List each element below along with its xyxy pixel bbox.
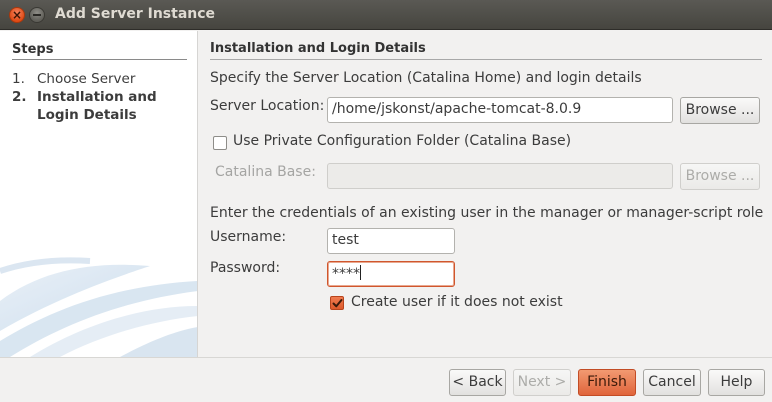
server-location-label: Server Location: [210, 98, 325, 114]
private-config-label[interactable]: Use Private Configuration Folder (Catali… [233, 133, 571, 149]
steps-panel: Steps 1. Choose Server 2. Installation and… [0, 31, 198, 357]
catalina-base-label: Catalina Base: [215, 164, 316, 180]
steps-title: Steps [12, 42, 54, 57]
title-bar: × Add Server Instance [0, 0, 772, 30]
close-icon: × [11, 8, 23, 22]
credentials-text: Enter the credentials of an existing use… [210, 205, 764, 221]
step-label: Choose Server [37, 71, 136, 87]
checkmark-icon [332, 299, 343, 308]
step-label-line2: Login Details [37, 107, 137, 123]
back-button[interactable]: < Back [449, 369, 506, 396]
browse-catalina-base-button[interactable]: Browse ... [680, 163, 760, 190]
private-config-checkbox[interactable] [213, 136, 227, 150]
password-input[interactable]: **** [327, 261, 455, 287]
close-window-button[interactable]: × [9, 7, 25, 23]
password-value: **** [332, 266, 360, 282]
minimize-icon [33, 14, 41, 16]
username-label: Username: [210, 229, 287, 245]
text-caret [360, 265, 361, 280]
catalina-base-input[interactable] [327, 163, 673, 189]
step-choose-server: 1. Choose Server [12, 70, 135, 88]
step-label: Installation and [37, 89, 157, 105]
section-divider [210, 59, 762, 60]
help-button[interactable]: Help [708, 369, 765, 396]
create-user-label[interactable]: Create user if it does not exist [351, 294, 563, 310]
username-input[interactable]: test [327, 228, 455, 254]
footer-divider [0, 357, 772, 358]
step-number: 2. [12, 89, 27, 105]
create-user-checkbox[interactable] [330, 296, 344, 310]
window-title: Add Server Instance [55, 6, 216, 22]
step-number: 1. [12, 71, 25, 87]
cancel-button[interactable]: Cancel [643, 369, 701, 396]
next-button[interactable]: Next > [513, 369, 571, 396]
steps-divider [12, 59, 187, 60]
step-label-block: Installation and Login Details [37, 88, 157, 124]
description-text: Specify the Server Location (Catalina Ho… [210, 70, 642, 86]
server-location-input[interactable]: /home/jskonst/apache-tomcat-8.0.9 [327, 97, 673, 123]
section-title: Installation and Login Details [210, 41, 426, 56]
password-label: Password: [210, 260, 281, 276]
decorative-swoosh-graphic [0, 257, 197, 357]
finish-button[interactable]: Finish [578, 369, 636, 396]
browse-server-location-button[interactable]: Browse ... [680, 97, 760, 124]
minimize-window-button[interactable] [29, 7, 45, 23]
step-installation-login: 2. Installation and Login Details [12, 88, 157, 124]
